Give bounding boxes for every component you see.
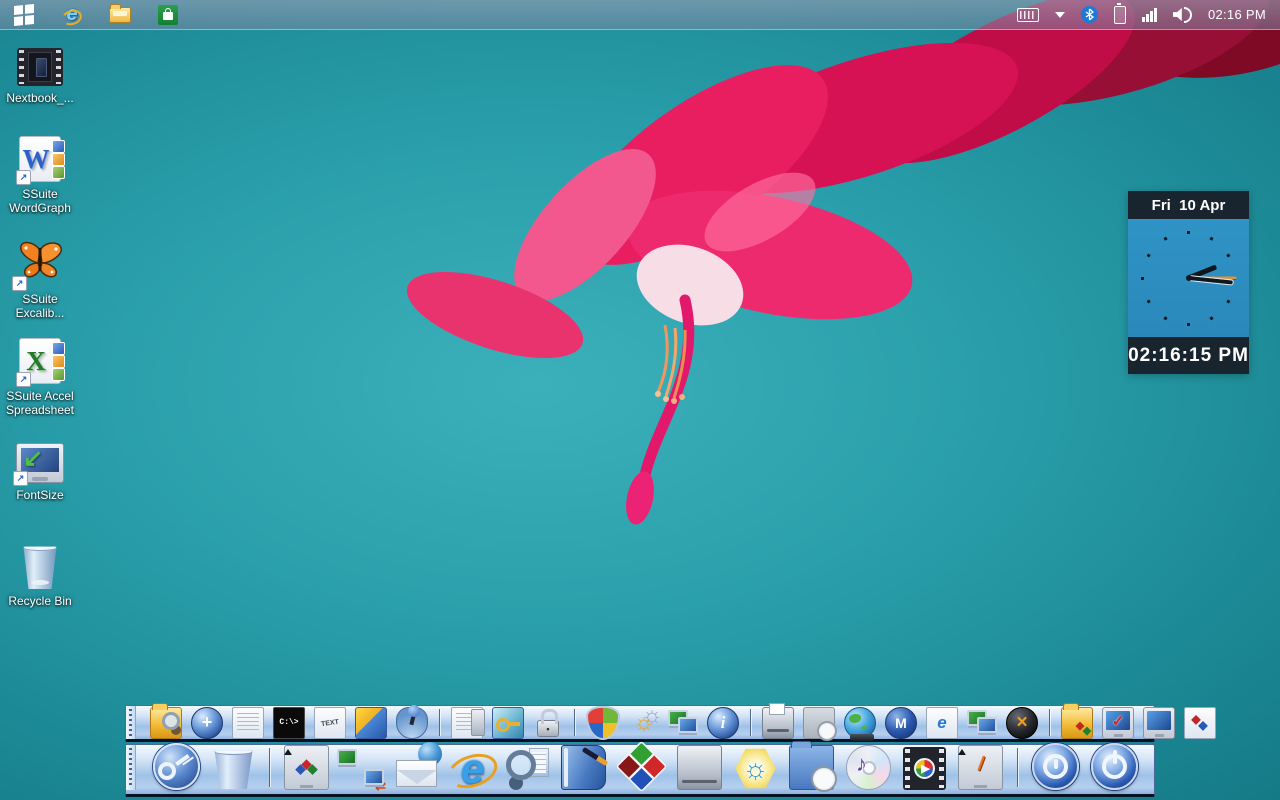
clock-gadget[interactable]: Fri 10 Apr 02:16:15 PM <box>1128 191 1249 374</box>
store-icon <box>158 5 178 25</box>
desktop-icon-label: Nextbook_... <box>6 91 73 105</box>
dock-task-scheduler-icon[interactable] <box>803 707 835 739</box>
butterfly-icon: ↗ <box>16 240 64 287</box>
desktop-icon-label: FontSize <box>16 488 63 502</box>
dock-info-icon[interactable]: i <box>707 707 739 739</box>
desktop-icon-label: SSuite Excalib... <box>0 292 80 320</box>
dock-system-monitor-icon[interactable]: M <box>885 707 917 739</box>
dock-network-computers-icon[interactable] <box>668 708 698 738</box>
taskbar-store-button[interactable] <box>156 3 180 27</box>
dock-text-editor-icon[interactable]: TEXT <box>314 707 346 739</box>
dock-monitor-check-icon[interactable]: ✓ <box>1102 707 1134 739</box>
dock-sync-computers-icon[interactable]: ⇄ <box>341 747 384 790</box>
dock-add-new-icon[interactable]: + <box>191 707 223 739</box>
dock-key-logon-icon[interactable] <box>153 743 200 790</box>
desktop-icon-fontsize[interactable]: ↙ ↗ FontSize <box>0 443 80 502</box>
dock-music-player-icon[interactable]: ♪ <box>846 745 891 790</box>
shortcut-arrow-icon: ↗ <box>16 170 31 185</box>
dock-logoff-button[interactable] <box>1032 743 1079 790</box>
clock-face <box>1128 219 1249 337</box>
dock-services-gear-icon[interactable]: ☼ <box>629 708 659 738</box>
video-file-icon <box>17 48 63 86</box>
wallpaper-flower-image <box>0 0 1280 800</box>
dock-scanner-icon[interactable] <box>762 707 794 739</box>
dock-search-folder-icon[interactable] <box>150 707 182 739</box>
dock-top-row: + C:\> TEXT • ☼ i M e × ◆ ✓ ◆ <box>125 705 1155 742</box>
dock-quit-icon[interactable]: × <box>1006 707 1038 739</box>
chevron-down-icon[interactable] <box>1055 12 1065 18</box>
clock-date: Fri 10 Apr <box>1128 191 1249 219</box>
bluetooth-icon[interactable] <box>1081 6 1098 23</box>
clock-digital-time: 02:16:15 PM <box>1128 337 1249 374</box>
dock-separator <box>269 748 270 787</box>
dock-address-book-icon[interactable] <box>561 745 606 790</box>
battery-icon[interactable] <box>1114 6 1126 24</box>
dock-desktop-manager-icon[interactable]: ◆ <box>284 745 329 790</box>
taskbar-file-explorer-button[interactable] <box>108 3 132 27</box>
dock-games-suite-icon[interactable] <box>616 741 668 793</box>
system-tray: 02:16 PM <box>1017 6 1280 24</box>
desktop-icon-ssuite-excalibur[interactable]: ↗ SSuite Excalib... <box>0 240 80 320</box>
dock-internet-explorer-icon[interactable]: e <box>451 747 494 790</box>
dock-grip[interactable] <box>126 745 136 790</box>
shortcut-arrow-icon: ↗ <box>16 372 31 387</box>
dock-internet-globe-icon[interactable] <box>844 707 876 739</box>
dock-documents-icon[interactable] <box>232 707 264 739</box>
shortcut-arrow-icon: ↗ <box>12 276 27 291</box>
dock-joystick-icon[interactable] <box>396 707 428 739</box>
dock-display-settings-icon[interactable] <box>1143 707 1175 739</box>
dock-recent-documents-icon[interactable] <box>789 745 834 790</box>
taskbar-internet-explorer-button[interactable]: e <box>60 3 84 27</box>
taskbar: e 02:16 PM <box>0 0 1280 30</box>
signal-bars-icon[interactable] <box>1142 8 1157 22</box>
dock-browser-window-icon[interactable]: e <box>926 707 958 739</box>
dock-separator <box>1017 748 1018 787</box>
internet-explorer-icon: e <box>66 3 77 26</box>
dock-bottom-row: ◆ ⇄ e ☼ ♪ ▶ / <box>125 744 1155 797</box>
desktop-icon-label: SSuite Accel Spreadsheet <box>0 389 80 417</box>
dock-security-shield-icon[interactable] <box>586 706 620 740</box>
dock-grip[interactable] <box>126 706 136 739</box>
dock-separator <box>1049 709 1050 736</box>
dock-command-prompt-icon[interactable]: C:\> <box>273 707 305 739</box>
dock-registry-tool-icon[interactable] <box>492 707 524 739</box>
start-button[interactable] <box>12 3 36 27</box>
desktop-icon-nextbook[interactable]: Nextbook_... <box>0 48 80 105</box>
dock-lock-icon[interactable]: • <box>533 708 563 738</box>
fontsize-monitor-icon: ↙ ↗ <box>16 443 64 483</box>
dock-email-icon[interactable] <box>396 747 439 790</box>
taskbar-left: e <box>0 3 180 27</box>
taskbar-clock[interactable]: 02:16 PM <box>1208 7 1266 22</box>
dock-video-player-icon[interactable]: ▶ <box>903 747 946 790</box>
dock-separator <box>439 709 440 736</box>
dock-file-search-icon[interactable] <box>506 747 549 790</box>
dock-display-paint-icon[interactable]: / <box>958 745 1003 790</box>
desktop-icon-recycle-bin[interactable]: Recycle Bin <box>0 543 80 608</box>
wordgraph-icon: W ↗ <box>19 136 61 182</box>
desktop-icon-ssuite-accel[interactable]: X ↗ SSuite Accel Spreadsheet <box>0 338 80 417</box>
desktop-icon-label: Recycle Bin <box>8 594 71 608</box>
dock-separator <box>750 709 751 736</box>
windows-logo-icon <box>14 3 34 25</box>
folder-icon <box>109 7 131 23</box>
dock-power-button[interactable] <box>1091 743 1138 790</box>
dock-system-report-icon[interactable] <box>451 707 483 739</box>
dock-package-icon[interactable] <box>355 707 387 739</box>
dock-hard-disk-icon[interactable] <box>677 745 722 790</box>
keyboard-icon[interactable] <box>1017 8 1039 22</box>
dock-remote-computers-icon[interactable] <box>967 708 997 738</box>
dock-control-settings-icon[interactable]: ☼ <box>734 747 777 790</box>
volume-icon[interactable] <box>1173 7 1192 23</box>
dock-applications-folder-icon[interactable]: ◆ <box>1061 707 1093 739</box>
desktop-icon-label: SSuite WordGraph <box>0 187 80 215</box>
shortcut-arrow-icon: ↗ <box>13 471 28 486</box>
dock-app-configuration-icon[interactable]: ◆ <box>1184 707 1216 739</box>
accel-spreadsheet-icon: X ↗ <box>19 338 61 384</box>
dock-trash-bin-icon[interactable] <box>212 747 255 790</box>
dock-separator <box>574 709 575 736</box>
recycle-bin-icon <box>22 543 58 589</box>
desktop-icon-ssuite-wordgraph[interactable]: W ↗ SSuite WordGraph <box>0 136 80 215</box>
